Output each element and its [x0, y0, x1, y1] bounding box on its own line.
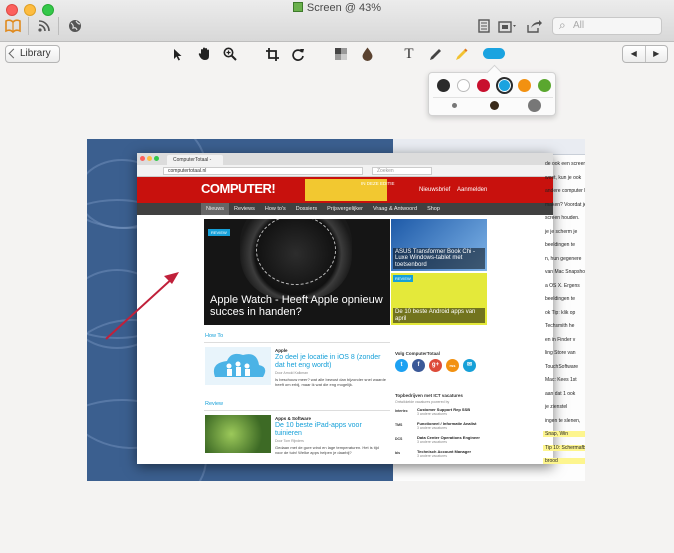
search-input[interactable]: All: [552, 17, 662, 35]
globe-icon[interactable]: [66, 17, 84, 35]
text-icon[interactable]: T: [401, 46, 417, 62]
document-line: Mac: Kees 1st: [545, 377, 577, 383]
document-line: weet, kun je ook: [545, 174, 582, 181]
edit-toolbar: Library T ◀ ▶: [0, 43, 674, 65]
document-line: TouchSoftware: [545, 363, 579, 370]
document-line: aan dat 1 ook: [545, 390, 576, 397]
thickness-thick[interactable]: [528, 99, 541, 112]
pen-icon[interactable]: [427, 46, 443, 62]
document-line: de ook een screens: [545, 161, 585, 167]
hand-icon[interactable]: [196, 46, 212, 62]
color-swatch-red[interactable]: [477, 79, 490, 92]
export-icon[interactable]: [525, 17, 543, 35]
color-swatch-black[interactable]: [437, 79, 450, 92]
document-icon: [292, 2, 303, 12]
drop-icon[interactable]: [359, 46, 375, 62]
library-book-icon[interactable]: [4, 17, 22, 35]
document-list-icon[interactable]: [476, 17, 492, 35]
arrow-select-icon[interactable]: [170, 46, 186, 62]
document-line: ling Store van: [545, 350, 576, 356]
document-line: en in Finder v: [545, 336, 576, 343]
document-line: Tip 10: Schermafbeelding bewerken: [545, 444, 585, 451]
next-button[interactable]: ▶: [646, 46, 668, 62]
color-swatch-blue[interactable]: [496, 77, 513, 94]
document-line: Snap, Win: [545, 431, 569, 437]
arrow-annotation[interactable]: [87, 139, 585, 481]
zoom-icon[interactable]: [222, 46, 238, 62]
document-line: screen houden.: [545, 215, 580, 221]
toolbar-separator: [28, 17, 29, 35]
color-swatch-green[interactable]: [538, 79, 551, 92]
thickness-medium[interactable]: [490, 101, 499, 110]
library-back-button[interactable]: Library: [5, 45, 60, 63]
rotate-icon[interactable]: [290, 46, 306, 62]
color-popover: [428, 72, 556, 116]
document-line: maken? Voordat je: [545, 201, 585, 208]
toolbar-separator: [58, 17, 59, 35]
document-line: n, hun gegenere: [545, 255, 582, 262]
window-title: Screen @ 43%: [0, 2, 674, 14]
document-line: ingen te slenen,: [545, 417, 581, 424]
rss-icon[interactable]: [36, 17, 52, 35]
document-line: van Mac Snapshots: [545, 269, 585, 275]
document-line: je je scherm je: [545, 228, 578, 235]
document-line: Techsmith he: [545, 323, 575, 329]
title-bar: Screen @ 43% All: [0, 0, 674, 42]
document-line: beeldingen te: [545, 296, 576, 302]
crop-icon[interactable]: [264, 46, 280, 62]
color-swatch-orange[interactable]: [518, 79, 531, 92]
popover-divider: [433, 97, 553, 98]
blur-icon[interactable]: [333, 46, 349, 62]
document-line: ok Tip: klik op: [545, 309, 576, 316]
document-line: je zienstel: [545, 404, 568, 410]
thickness-thin[interactable]: [452, 103, 457, 108]
document-line: a OS X. Ergens: [545, 282, 580, 289]
share-tray-icon[interactable]: [497, 17, 519, 35]
image-canvas[interactable]: ComputerTotaal - Nieuw... computertotaal…: [87, 139, 585, 481]
highlighter-icon[interactable]: [453, 46, 469, 62]
document-line: brood: [545, 458, 558, 464]
color-swatch-white[interactable]: [457, 79, 470, 92]
previous-button[interactable]: ◀: [623, 46, 646, 62]
document-line: andere computer het: [545, 188, 585, 194]
page-navigation: ◀ ▶: [622, 45, 668, 63]
color-picker-button[interactable]: [483, 48, 505, 59]
document-line: beeldingen te: [545, 242, 576, 248]
